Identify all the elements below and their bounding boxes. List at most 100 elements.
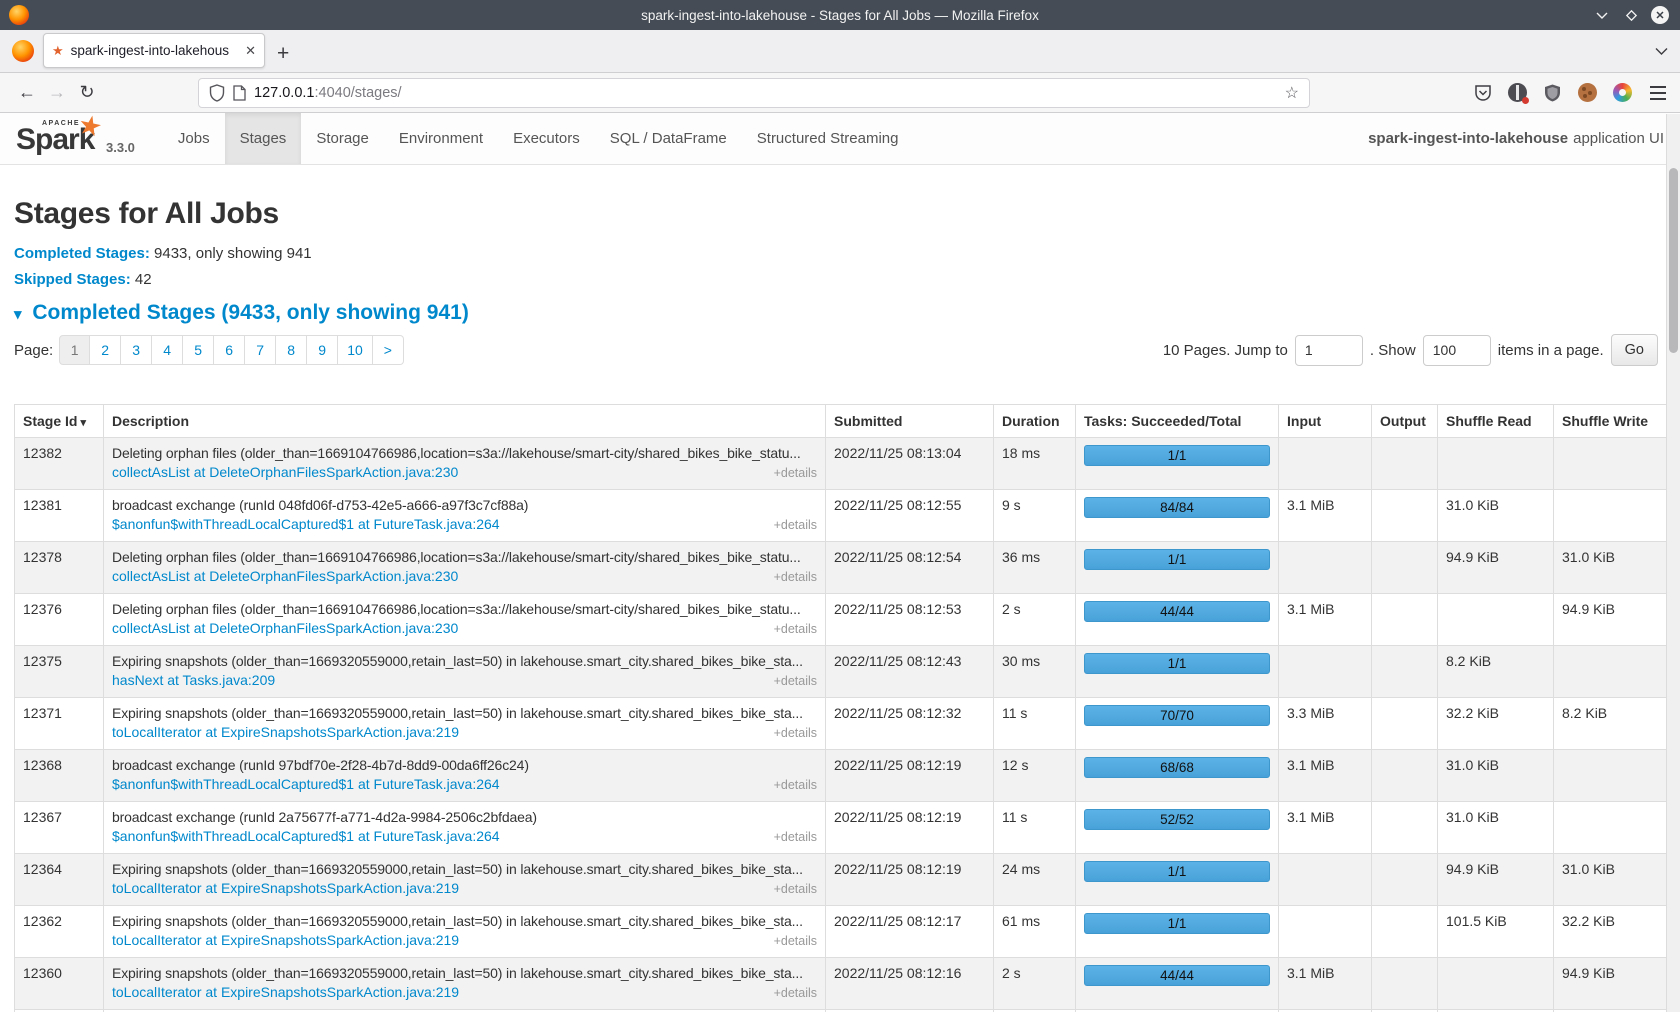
pagination-page-10[interactable]: 10	[338, 335, 373, 365]
nav-tab-stages[interactable]: Stages	[225, 113, 302, 164]
column-header-description[interactable]: Description	[104, 405, 826, 438]
forward-button[interactable]: →	[42, 79, 72, 107]
column-header-input[interactable]: Input	[1279, 405, 1372, 438]
stage-callsite-link[interactable]: $anonfun$withThreadLocalCaptured$1 at Fu…	[112, 828, 500, 844]
nav-tab-jobs[interactable]: Jobs	[163, 113, 225, 164]
pocket-icon[interactable]	[1472, 82, 1493, 103]
submitted-cell: 2022/11/25 08:12:32	[826, 698, 994, 750]
stage-callsite-link[interactable]: toLocalIterator at ExpireSnapshotsSparkA…	[112, 932, 459, 948]
column-header-stage-id[interactable]: Stage Id▾	[15, 405, 104, 438]
column-header-duration[interactable]: Duration	[994, 405, 1076, 438]
column-header-shuffle-read[interactable]: Shuffle Read	[1438, 405, 1554, 438]
new-tab-button[interactable]: +	[277, 43, 289, 64]
pagination-page-5[interactable]: 5	[183, 335, 214, 365]
bookmark-star-icon[interactable]: ☆	[1285, 83, 1299, 103]
cookie-icon[interactable]	[1577, 82, 1598, 103]
pagination-next-button[interactable]: >	[373, 335, 404, 365]
window-maximize-button[interactable]	[1622, 6, 1640, 24]
browser-tab[interactable]: ★ spark-ingest-into-lakehous ✕	[43, 33, 265, 68]
pagination-page-4[interactable]: 4	[152, 335, 183, 365]
address-bar[interactable]: 127.0.0.1:4040/stages/ ☆	[198, 78, 1310, 108]
privacy-badger-icon[interactable]	[1507, 82, 1528, 103]
column-header-output[interactable]: Output	[1372, 405, 1438, 438]
firefox-logo-icon	[9, 5, 29, 25]
nav-tab-environment[interactable]: Environment	[384, 113, 498, 164]
details-toggle[interactable]: +details	[774, 778, 817, 792]
stage-callsite-link[interactable]: hasNext at Tasks.java:209	[112, 672, 275, 688]
tasks-progress-label: 1/1	[1168, 656, 1187, 671]
column-header-shuffle-write[interactable]: Shuffle Write	[1554, 405, 1667, 438]
details-toggle[interactable]: +details	[774, 726, 817, 740]
pagination-page-8[interactable]: 8	[276, 335, 307, 365]
input-cell: 3.1 MiB	[1279, 594, 1372, 646]
pagination-row: Page: 12345678910> 10 Pages. Jump to . S…	[14, 334, 1680, 366]
list-all-tabs-icon[interactable]	[1655, 42, 1668, 60]
site-info-page-icon[interactable]	[233, 85, 246, 101]
input-cell	[1279, 854, 1372, 906]
column-header-submitted[interactable]: Submitted	[826, 405, 994, 438]
details-toggle[interactable]: +details	[774, 934, 817, 948]
stages-table: Stage Id▾DescriptionSubmittedDurationTas…	[14, 404, 1667, 1012]
back-button[interactable]: ←	[12, 79, 42, 107]
pagination-page-1[interactable]: 1	[59, 335, 90, 365]
column-header-tasks-succeeded-total[interactable]: Tasks: Succeeded/Total	[1076, 405, 1279, 438]
submitted-cell: 2022/11/25 08:12:19	[826, 802, 994, 854]
pagination-page-9[interactable]: 9	[307, 335, 338, 365]
stage-callsite-link[interactable]: toLocalIterator at ExpireSnapshotsSparkA…	[112, 880, 459, 896]
submitted-cell: 2022/11/25 08:12:16	[826, 958, 994, 1010]
stage-callsite-link[interactable]: $anonfun$withThreadLocalCaptured$1 at Fu…	[112, 516, 500, 532]
stage-row: 12368 broadcast exchange (runId 97bdf70e…	[15, 750, 1667, 802]
stage-id-cell: 12360	[15, 958, 104, 1010]
reload-button[interactable]: ↻	[72, 79, 102, 107]
pagination-page-3[interactable]: 3	[121, 335, 152, 365]
scrollbar-thumb[interactable]	[1669, 168, 1678, 353]
output-cell	[1372, 698, 1438, 750]
tasks-progress-label: 44/44	[1160, 604, 1194, 619]
nav-tab-structured-streaming[interactable]: Structured Streaming	[742, 113, 914, 164]
page-scrollbar[interactable]	[1666, 114, 1680, 1012]
stage-description: Expiring snapshots (older_than=166932055…	[112, 861, 817, 877]
input-cell	[1279, 646, 1372, 698]
browser-toolbar: ← → ↻ 127.0.0.1:4040/stages/ ☆	[0, 73, 1680, 113]
stage-row: 12367 broadcast exchange (runId 2a75677f…	[15, 802, 1667, 854]
details-toggle[interactable]: +details	[774, 570, 817, 584]
items-per-page-input[interactable]	[1423, 335, 1491, 366]
colorful-extension-icon[interactable]	[1612, 82, 1633, 103]
tracking-protection-shield-icon[interactable]	[209, 84, 225, 102]
pagination-page-6[interactable]: 6	[214, 335, 245, 365]
window-close-button[interactable]	[1651, 6, 1669, 24]
stage-callsite-link[interactable]: toLocalIterator at ExpireSnapshotsSparkA…	[112, 984, 459, 1000]
stage-row: 12376 Deleting orphan files (older_than=…	[15, 594, 1667, 646]
details-toggle[interactable]: +details	[774, 830, 817, 844]
nav-tab-storage[interactable]: Storage	[301, 113, 384, 164]
ublock-origin-icon[interactable]	[1542, 82, 1563, 103]
tab-close-icon[interactable]: ✕	[245, 43, 256, 59]
go-button[interactable]: Go	[1611, 334, 1658, 366]
pagination-page-7[interactable]: 7	[245, 335, 276, 365]
nav-tab-executors[interactable]: Executors	[498, 113, 595, 164]
spark-nav-tabs: JobsStagesStorageEnvironmentExecutorsSQL…	[163, 113, 914, 164]
stage-id-cell: 12378	[15, 542, 104, 594]
stage-callsite-link[interactable]: $anonfun$withThreadLocalCaptured$1 at Fu…	[112, 776, 500, 792]
description-cell: Expiring snapshots (older_than=166932055…	[104, 698, 826, 750]
details-toggle[interactable]: +details	[774, 882, 817, 896]
details-toggle[interactable]: +details	[774, 674, 817, 688]
details-toggle[interactable]: +details	[774, 622, 817, 636]
stage-callsite-link[interactable]: collectAsList at DeleteOrphanFilesSparkA…	[112, 620, 458, 636]
nav-tab-sql-dataframe[interactable]: SQL / DataFrame	[595, 113, 742, 164]
completed-stages-section-toggle[interactable]: ▾ Completed Stages (9433, only showing 9…	[14, 301, 1680, 325]
stage-callsite-link[interactable]: collectAsList at DeleteOrphanFilesSparkA…	[112, 464, 458, 480]
jump-to-page-input[interactable]	[1295, 335, 1363, 366]
pagination-page-2[interactable]: 2	[90, 335, 121, 365]
spark-logo[interactable]: APACHE Spark ★	[16, 117, 98, 161]
stage-callsite-link[interactable]: collectAsList at DeleteOrphanFilesSparkA…	[112, 568, 458, 584]
details-toggle[interactable]: +details	[774, 986, 817, 1000]
tasks-progress-bar: 68/68	[1084, 757, 1270, 778]
stage-callsite-link[interactable]: toLocalIterator at ExpireSnapshotsSparkA…	[112, 724, 459, 740]
window-minimize-button[interactable]	[1593, 6, 1611, 24]
details-toggle[interactable]: +details	[774, 518, 817, 532]
url-text[interactable]: 127.0.0.1:4040/stages/	[254, 85, 1277, 101]
details-toggle[interactable]: +details	[774, 466, 817, 480]
menu-hamburger-icon[interactable]	[1647, 82, 1668, 103]
shuffle-read-cell	[1438, 958, 1554, 1010]
